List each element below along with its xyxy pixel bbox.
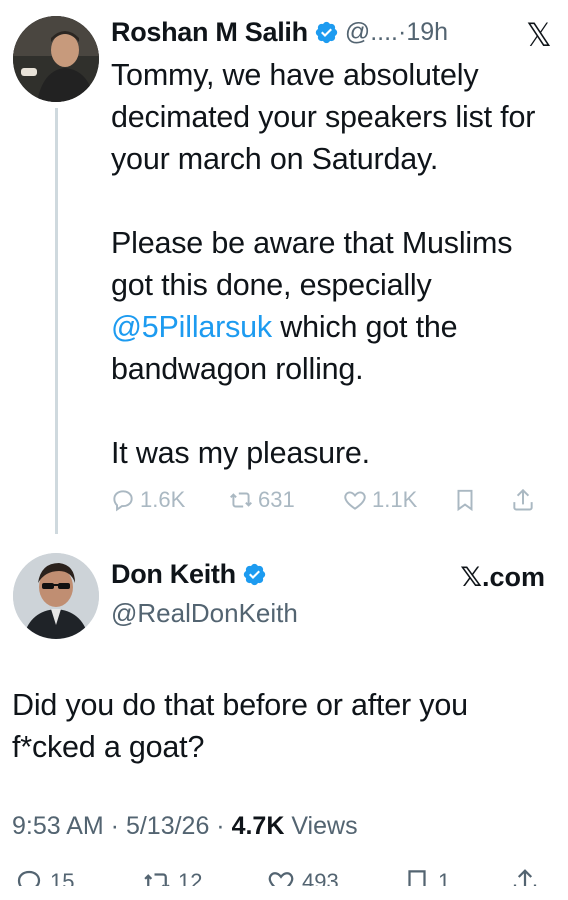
- heart-icon: [344, 491, 366, 510]
- tweet-text-segment: Please be aware that Muslims got this do…: [111, 226, 513, 302]
- author-avatar[interactable]: [13, 16, 99, 102]
- avatar-photo-icon: [13, 16, 99, 102]
- parent-tweet: Roshan M Salih @....·19h 𝕏 Tommy, we hav…: [0, 0, 568, 540]
- parent-action-bar: 1.6K 631 1.1K: [110, 484, 560, 516]
- bookmark-button[interactable]: [452, 487, 510, 513]
- repost-count: 631: [258, 487, 295, 512]
- parent-tweet-header: Roshan M Salih @....·19h: [111, 12, 448, 52]
- tweet-paragraph: Please be aware that Muslims got this do…: [111, 222, 561, 390]
- like-count: 1.1K: [372, 487, 418, 512]
- tweet-paragraph: It was my pleasure.: [111, 436, 370, 470]
- x-logo-icon: 𝕏: [526, 16, 552, 54]
- tweet-text: Tommy, we have absolutely decimated your…: [111, 54, 561, 474]
- verified-badge-icon: [242, 562, 267, 587]
- share-button[interactable]: [510, 487, 550, 513]
- verified-badge-icon: [314, 20, 339, 45]
- reply-icon: [113, 490, 133, 512]
- thread-line: [55, 108, 58, 534]
- repost-icon: [230, 492, 252, 508]
- like-button[interactable]: 1.1K: [342, 487, 452, 513]
- bookmark-icon: [457, 489, 473, 512]
- share-icon: [513, 488, 533, 511]
- tweet-text: Did you do that before or after you f*ck…: [12, 688, 468, 764]
- tweet-paragraph: Tommy, we have absolutely decimated your…: [111, 58, 536, 176]
- mention-link[interactable]: @5Pillarsuk: [111, 310, 272, 344]
- avatar-photo-icon: [13, 553, 99, 639]
- views-count: 4.7K: [231, 812, 285, 840]
- author-name[interactable]: Roshan M Salih: [111, 17, 308, 48]
- timestamp[interactable]: 9:53 AM · 5/13/26 ·: [12, 812, 232, 840]
- author-avatar[interactable]: [13, 553, 99, 639]
- author-name[interactable]: Don Keith: [111, 559, 236, 590]
- reply-count: 1.6K: [140, 487, 186, 512]
- handle-and-time[interactable]: @....·19h: [345, 18, 448, 47]
- tweet-meta: 9:53 AM · 5/13/26 · 4.7K Views: [12, 812, 358, 841]
- author-handle[interactable]: @RealDonKeith: [111, 598, 298, 629]
- source-label: 𝕏.com: [460, 562, 545, 592]
- main-tweet-header: Don Keith: [111, 559, 267, 590]
- reply-button[interactable]: 1.6K: [110, 487, 228, 513]
- cropped-bottom-edge: [0, 886, 568, 900]
- views-label: Views: [284, 812, 358, 840]
- repost-button[interactable]: 631: [228, 487, 342, 513]
